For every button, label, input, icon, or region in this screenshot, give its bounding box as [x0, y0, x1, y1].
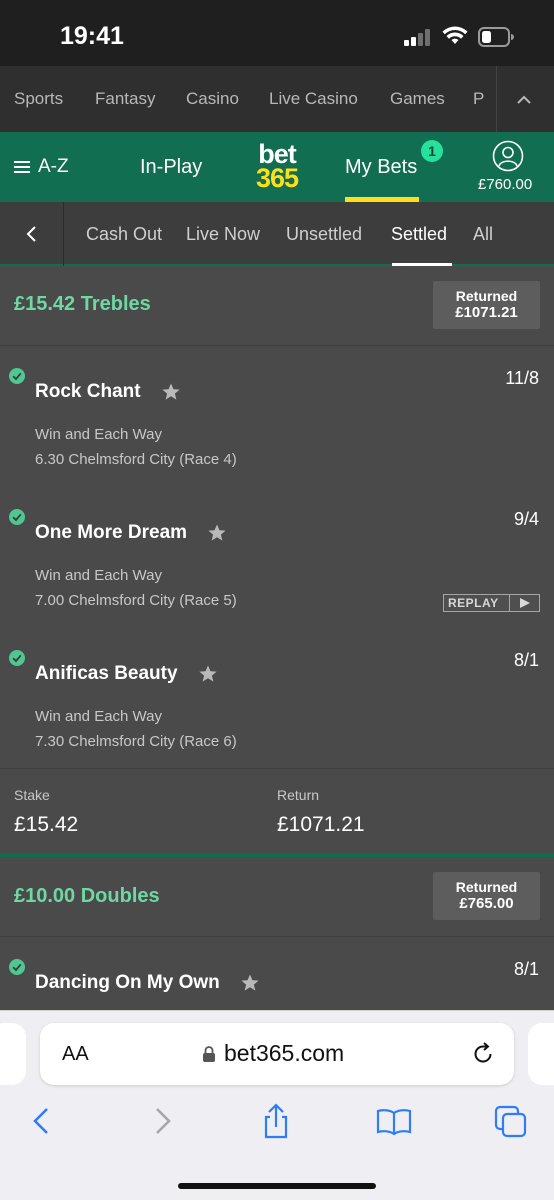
selection-market: Win and Each Way: [35, 708, 162, 725]
bet-title: £15.42 Trebles: [14, 293, 151, 315]
chevron-up-icon[interactable]: [512, 88, 536, 112]
url-text[interactable]: bet365.com: [224, 1040, 344, 1067]
status-time: 19:41: [60, 22, 124, 50]
previous-tab-preview[interactable]: [0, 1023, 26, 1085]
az-menu-button[interactable]: A-Z: [14, 156, 69, 178]
hamburger-icon: [14, 161, 30, 173]
lock-icon: [203, 1045, 215, 1062]
returned-box: Returned £1071.21: [433, 281, 540, 329]
az-label: A-Z: [38, 156, 69, 177]
return-value: £1071.21: [277, 813, 365, 836]
main-header: A-Z In-Play bet 365 My Bets: [0, 132, 554, 202]
selection-market: Win and Each Way: [35, 426, 162, 443]
tab-live-now[interactable]: Live Now: [186, 224, 260, 245]
tab-settled[interactable]: Settled: [391, 224, 447, 245]
stake-return-row: Stake £15.42 Return £1071.21: [0, 768, 554, 854]
selection-name: Rock Chant: [35, 381, 141, 402]
reader-options-label: AA: [62, 1043, 89, 1065]
wifi-icon: [442, 26, 468, 44]
back-button[interactable]: [0, 202, 64, 266]
nav-divider: [496, 66, 497, 132]
selection-race: 6.30 Chelmsford City (Race 4): [35, 451, 237, 468]
nav-casino[interactable]: Casino: [186, 89, 239, 109]
inplay-button[interactable]: In-Play: [140, 156, 202, 179]
forward-arrow-icon[interactable]: [142, 1101, 182, 1141]
mybets-button[interactable]: My Bets: [345, 156, 417, 179]
tab-unsettled[interactable]: Unsettled: [286, 224, 362, 245]
back-arrow-icon[interactable]: [22, 1101, 62, 1141]
stake-label: Stake: [14, 787, 50, 803]
selection-odds: 9/4: [513, 509, 539, 529]
returned-label: Returned: [455, 288, 518, 304]
mybets-filter-bar: Cash Out Live Now Unsettled Settled All: [0, 202, 554, 266]
bet-title: £10.00 Doubles: [14, 885, 160, 907]
star-icon[interactable]: [161, 382, 181, 402]
star-icon[interactable]: [198, 664, 218, 684]
star-icon[interactable]: [207, 523, 227, 543]
bookmarks-icon[interactable]: [374, 1101, 414, 1141]
play-icon: [520, 598, 530, 608]
check-circle-icon: [9, 959, 25, 975]
bet365-logo[interactable]: bet 365: [250, 141, 304, 193]
bet-header[interactable]: £10.00 Doubles Returned £765.00: [0, 857, 554, 937]
returned-value: £765.00: [459, 895, 514, 912]
nav-sports[interactable]: Sports: [14, 89, 63, 109]
selection-odds: 8/1: [513, 650, 539, 670]
selection-race: 7.30 Chelmsford City (Race 6): [35, 733, 237, 750]
chevron-left-icon: [26, 226, 36, 242]
nav-truncated-item[interactable]: P: [473, 89, 484, 109]
selection-item[interactable]: One More Dream 9/4 Win and Each Way 7.00…: [0, 487, 554, 627]
selection-name: Anificas Beauty: [35, 663, 178, 684]
check-circle-icon: [9, 650, 25, 666]
selection-item[interactable]: Anificas Beauty 8/1 Win and Each Way 7.3…: [0, 628, 554, 768]
returned-value: £1071.21: [455, 304, 518, 321]
browser-chrome: AA bet365.com: [0, 1010, 554, 1200]
selection-odds: 8/1: [513, 959, 539, 979]
selection-item[interactable]: Rock Chant 11/8 Win and Each Way 6.30 Ch…: [0, 346, 554, 486]
selection-item[interactable]: Dancing On My Own 8/1: [0, 937, 554, 1010]
tabs-icon[interactable]: [492, 1101, 532, 1141]
status-bar: 19:41: [0, 0, 554, 66]
bets-list: £15.42 Trebles Returned £1071.21 Rock Ch…: [0, 266, 554, 1010]
share-icon[interactable]: [256, 1101, 296, 1141]
tab-all[interactable]: All: [473, 224, 493, 245]
nav-games[interactable]: Games: [390, 89, 445, 109]
returned-label: Returned: [455, 879, 518, 895]
check-circle-icon: [9, 368, 25, 384]
next-tab-preview[interactable]: [528, 1023, 554, 1085]
returned-box: Returned £765.00: [433, 872, 540, 920]
bet-header[interactable]: £15.42 Trebles Returned £1071.21: [0, 266, 554, 346]
replay-label: REPLAY: [448, 596, 499, 610]
home-indicator[interactable]: [178, 1183, 376, 1189]
selection-name: Dancing On My Own: [35, 972, 220, 993]
selection-name: One More Dream: [35, 522, 188, 543]
cellular-signal-icon: [404, 28, 434, 46]
check-circle-icon: [9, 509, 25, 525]
tab-cash-out[interactable]: Cash Out: [86, 224, 162, 245]
address-bar[interactable]: AA bet365.com: [40, 1023, 514, 1085]
sports-nav: Sports Fantasy Casino Live Casino Games …: [0, 66, 554, 132]
selection-odds: 11/8: [505, 368, 539, 388]
logo-line2: 365: [255, 163, 299, 193]
reload-icon[interactable]: [470, 1041, 496, 1067]
battery-icon: [478, 27, 514, 47]
account-balance[interactable]: £760.00: [478, 176, 532, 193]
star-icon[interactable]: [240, 973, 260, 993]
return-label: Return: [277, 787, 320, 803]
nav-live-casino[interactable]: Live Casino: [269, 89, 358, 109]
reader-options-button[interactable]: AA: [62, 1043, 89, 1066]
selection-race: 7.00 Chelmsford City (Race 5): [35, 592, 237, 609]
mybets-count-badge: 1: [421, 140, 443, 162]
account-icon[interactable]: [492, 140, 524, 172]
stake-value: £15.42: [14, 813, 79, 836]
selection-market: Win and Each Way: [35, 567, 162, 584]
replay-button[interactable]: REPLAY: [443, 594, 540, 612]
nav-fantasy[interactable]: Fantasy: [95, 89, 155, 109]
